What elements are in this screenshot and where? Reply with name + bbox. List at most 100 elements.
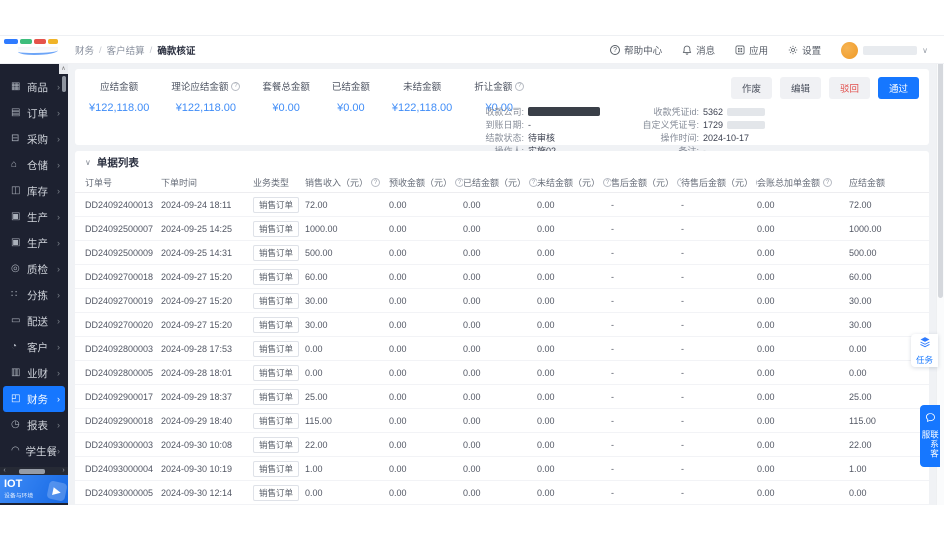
- nav-item-settings[interactable]: 设置: [788, 43, 821, 57]
- cell-order-time: 2024-09-25 14:31: [161, 248, 253, 258]
- stat-0: 应结金额¥122,118.00: [85, 79, 153, 114]
- table-row[interactable]: DD240930000052024-09-30 12:14销售订单0.000.0…: [75, 481, 929, 505]
- sidebar-item-quality[interactable]: ◎质检›: [3, 256, 65, 282]
- info-icon[interactable]: ?: [603, 178, 611, 187]
- cell-order-type: 销售订单: [253, 461, 305, 477]
- cell-order-time: 2024-09-30 10:08: [161, 440, 253, 450]
- sidebar-item-goods[interactable]: ▦商品›: [3, 74, 65, 100]
- sidebar-item-production-2[interactable]: ▣生产›: [3, 230, 65, 256]
- sidebar-hscroll-thumb[interactable]: [19, 469, 45, 474]
- info-icon[interactable]: ?: [231, 82, 240, 91]
- cell-value: -: [681, 320, 757, 330]
- sidebar-item-student-meal[interactable]: ◠学生餐›: [3, 438, 65, 464]
- table-row[interactable]: DD240927000202024-09-27 15:20销售订单30.000.…: [75, 313, 929, 337]
- production-2-icon: ▣: [11, 238, 23, 248]
- scroll-left-icon[interactable]: ‹: [0, 467, 9, 475]
- cell-value: -: [611, 296, 681, 306]
- chevron-right-icon: ›: [57, 368, 60, 378]
- scroll-right-icon[interactable]: ›: [59, 467, 68, 475]
- cell-value: -: [611, 344, 681, 354]
- sidebar-item-customers[interactable]: ◔客户›: [3, 334, 65, 360]
- iot-banner[interactable]: IOT 设备与环境: [0, 475, 68, 503]
- sidebar-item-production-1[interactable]: ▣生产›: [3, 204, 65, 230]
- cell-order-no: DD24092500009: [85, 248, 161, 258]
- sidebar-item-delivery[interactable]: ▭配送›: [3, 308, 65, 334]
- sidebar-item-label: 质检: [27, 262, 57, 277]
- cell-value: -: [611, 248, 681, 258]
- sidebar-item-finance[interactable]: ◰财务›: [3, 386, 65, 412]
- breadcrumb-finance[interactable]: 财务: [75, 43, 94, 57]
- cell-value: 0.00: [389, 368, 463, 378]
- cell-order-type: 销售订单: [253, 389, 305, 405]
- delivery-icon: ▭: [11, 316, 23, 326]
- sidebar-item-warehouse[interactable]: ⌂仓储›: [3, 152, 65, 178]
- info-icon[interactable]: ?: [515, 82, 524, 91]
- info-icon[interactable]: ?: [455, 178, 463, 187]
- chevron-right-icon: ›: [57, 342, 60, 352]
- sidebar-hscroll-track[interactable]: [9, 469, 59, 474]
- breadcrumb-customer-settlement[interactable]: 客户结算: [107, 43, 145, 57]
- sidebar-item-biz-finance[interactable]: ▥业财›: [3, 360, 65, 386]
- table-row[interactable]: DD240925000072024-09-25 14:25销售订单1000.00…: [75, 217, 929, 241]
- info-icon[interactable]: ?: [823, 178, 832, 187]
- table-row[interactable]: DD240929000172024-09-29 18:37销售订单25.000.…: [75, 385, 929, 409]
- breadcrumb: 财务 / 客户结算 / 确款核证: [75, 36, 195, 64]
- cell-value: -: [681, 368, 757, 378]
- void-button[interactable]: 作废: [731, 77, 772, 99]
- nav-item-apps[interactable]: 应用: [735, 43, 768, 57]
- nav-item-help-center[interactable]: ?帮助中心: [610, 43, 662, 57]
- edit-button[interactable]: 编辑: [780, 77, 821, 99]
- cell-order-time: 2024-09-29 18:37: [161, 392, 253, 402]
- sidebar-scroll-up-button[interactable]: ∧: [59, 64, 68, 74]
- reject-button[interactable]: 驳回: [829, 77, 870, 99]
- cell-value: 1.00: [849, 464, 905, 474]
- page-scrollbar-thumb[interactable]: [938, 48, 943, 298]
- cell-value: 30.00: [305, 296, 389, 306]
- sidebar-item-purchase[interactable]: ⊟采购›: [3, 126, 65, 152]
- cell-value: 0.00: [757, 224, 849, 234]
- customers-icon: ◔: [11, 342, 23, 352]
- cell-order-time: 2024-09-28 17:53: [161, 344, 253, 354]
- cell-order-time: 2024-09-29 18:40: [161, 416, 253, 426]
- table-row[interactable]: DD240927000182024-09-27 15:20销售订单60.000.…: [75, 265, 929, 289]
- cell-value: 1000.00: [849, 224, 905, 234]
- cell-order-no: DD24093000004: [85, 464, 161, 474]
- stat-value: ¥0.00: [332, 102, 370, 114]
- order-type-tag: 销售订单: [253, 269, 299, 285]
- cell-value: 0.00: [389, 344, 463, 354]
- table-row[interactable]: DD240925000092024-09-25 14:31销售订单500.000…: [75, 241, 929, 265]
- nav-item-messages[interactable]: 消息: [682, 43, 715, 57]
- order-type-tag: 销售订单: [253, 197, 299, 213]
- apps-icon: [735, 45, 745, 55]
- table-row[interactable]: DD240924000132024-09-24 18:11销售订单72.000.…: [75, 193, 929, 217]
- approve-button[interactable]: 通过: [878, 77, 919, 99]
- chevron-right-icon: ›: [57, 212, 60, 222]
- sidebar-item-inventory[interactable]: ◫库存›: [3, 178, 65, 204]
- cell-order-time: 2024-09-27 15:20: [161, 320, 253, 330]
- sidebar-item-orders[interactable]: ▤订单›: [3, 100, 65, 126]
- cell-value: 25.00: [305, 392, 389, 402]
- task-widget[interactable]: 任务: [911, 334, 938, 367]
- cell-value: 0.00: [463, 272, 537, 282]
- info-icon[interactable]: ?: [529, 178, 537, 187]
- stat-1: 理论应结金额?¥122,118.00: [167, 79, 244, 114]
- sidebar-item-label: 订单: [27, 106, 57, 121]
- table-row[interactable]: DD240930000032024-09-30 10:08销售订单22.000.…: [75, 433, 929, 457]
- stat-value: ¥0.00: [262, 102, 310, 114]
- info-icon[interactable]: ?: [371, 178, 380, 187]
- cell-value: 0.00: [757, 272, 849, 282]
- cell-value: 0.00: [389, 488, 463, 498]
- table-row[interactable]: DD240927000192024-09-27 15:20销售订单30.000.…: [75, 289, 929, 313]
- sidebar-item-reports[interactable]: ◷报表›: [3, 412, 65, 438]
- table-row[interactable]: DD240930000042024-09-30 10:19销售订单1.000.0…: [75, 457, 929, 481]
- sidebar-item-sorting[interactable]: ∷分拣›: [3, 282, 65, 308]
- cell-order-no: DD24092800005: [85, 368, 161, 378]
- contact-support-tab[interactable]: 联系客服: [920, 405, 940, 467]
- collapse-icon[interactable]: ∨: [85, 158, 91, 167]
- table-body: DD240924000132024-09-24 18:11销售订单72.000.…: [75, 193, 929, 505]
- table-row[interactable]: DD240928000032024-09-28 17:53销售订单0.000.0…: [75, 337, 929, 361]
- user-menu[interactable]: ∨: [841, 42, 928, 59]
- logo-bar-yellow: [48, 39, 58, 44]
- table-row[interactable]: DD240929000182024-09-29 18:40销售订单115.000…: [75, 409, 929, 433]
- table-row[interactable]: DD240928000052024-09-28 18:01销售订单0.000.0…: [75, 361, 929, 385]
